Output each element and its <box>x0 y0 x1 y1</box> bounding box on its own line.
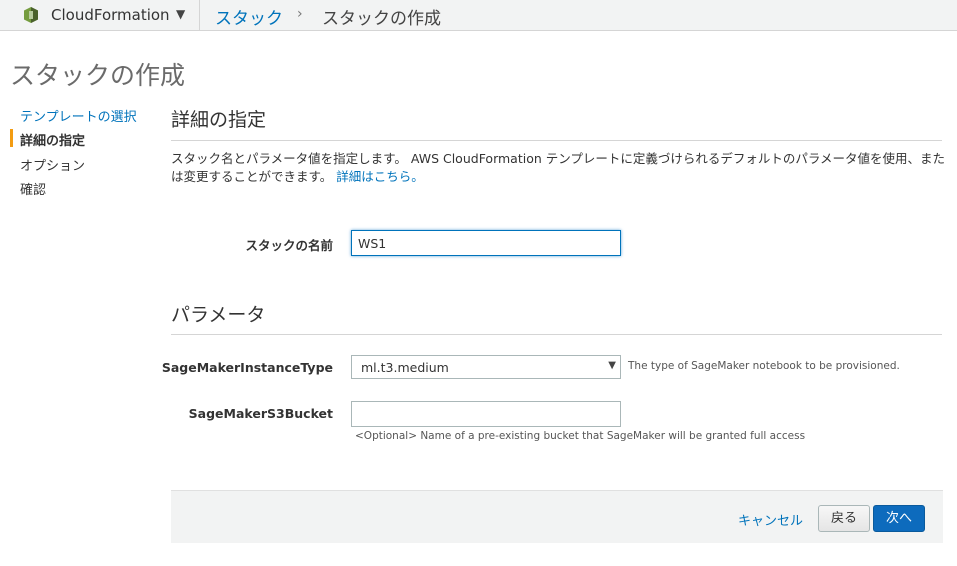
cancel-link[interactable]: キャンセル <box>738 510 803 529</box>
cloudformation-icon <box>24 7 38 23</box>
back-button[interactable]: 戻る <box>818 505 870 532</box>
instance-type-hint: The type of SageMaker notebook to be pro… <box>628 360 900 372</box>
s3-bucket-input[interactable] <box>351 401 621 427</box>
nav-step-review: 確認 <box>20 183 47 198</box>
learn-more-link[interactable]: 詳細はこちら。 <box>336 169 424 184</box>
service-name: CloudFormation <box>51 6 170 24</box>
instance-type-label: SageMakerInstanceType <box>161 360 333 375</box>
breadcrumb-separator: › <box>297 6 303 22</box>
details-description: スタック名とパラメータ値を指定します。 AWS CloudFormation テ… <box>171 150 946 186</box>
divider <box>171 140 942 141</box>
nav-step-select-template[interactable]: テンプレートの選択 <box>20 106 137 125</box>
wizard-footer: キャンセル 戻る 次へ <box>171 490 943 543</box>
instance-type-select[interactable]: ml.t3.medium ▼ <box>351 355 621 379</box>
description-text: スタック名とパラメータ値を指定します。 AWS CloudFormation テ… <box>171 151 946 184</box>
nav-step-specify-details: 詳細の指定 <box>20 134 86 149</box>
breadcrumb-stacks-link[interactable]: スタック <box>215 4 283 29</box>
stack-name-input[interactable] <box>351 230 621 256</box>
chevron-down-icon: ▼ <box>176 7 186 21</box>
nav-active-indicator <box>10 129 13 147</box>
service-selector[interactable]: CloudFormation ▼ <box>0 0 200 30</box>
nav-step-options: オプション <box>20 159 86 174</box>
next-button[interactable]: 次へ <box>873 505 925 532</box>
breadcrumb-current: スタックの作成 <box>322 9 441 29</box>
instance-type-value: ml.t3.medium <box>361 360 449 375</box>
divider <box>171 334 942 335</box>
s3-bucket-label: SageMakerS3Bucket <box>188 406 333 421</box>
page-title: スタックの作成 <box>10 61 186 90</box>
details-section-title: 詳細の指定 <box>171 109 267 131</box>
parameters-section-title: パラメータ <box>171 304 266 326</box>
dropdown-arrow-icon: ▼ <box>608 360 616 371</box>
s3-bucket-hint: <Optional> Name of a pre-existing bucket… <box>355 430 806 442</box>
stack-name-label: スタックの名前 <box>245 238 333 253</box>
top-navigation-bar: CloudFormation ▼ スタック › スタックの作成 <box>0 0 957 31</box>
